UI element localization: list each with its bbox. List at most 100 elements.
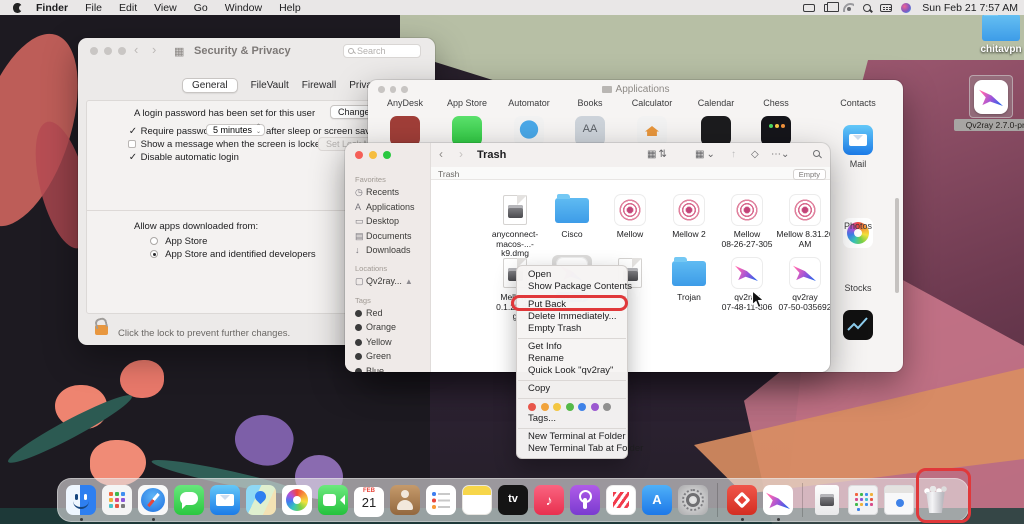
- checkbox-checked[interactable]: ✓: [128, 152, 138, 163]
- app-icon-partial[interactable]: [701, 116, 731, 146]
- eject-icon[interactable]: ▲: [405, 277, 413, 286]
- file-mellow-2[interactable]: Mellow 2: [660, 192, 718, 240]
- app-label-appstore[interactable]: App Store: [435, 98, 499, 108]
- app-icon-partial[interactable]: [452, 116, 482, 146]
- menu-item-quick-look[interactable]: Quick Look "qv2ray": [517, 365, 627, 377]
- sidebar-tag-yellow[interactable]: Yellow: [355, 335, 430, 350]
- dock-app-store[interactable]: [642, 485, 672, 515]
- app-icon-partial[interactable]: [761, 116, 791, 146]
- file-cisco-folder[interactable]: Cisco: [543, 192, 601, 240]
- dock-finder[interactable]: [66, 485, 96, 515]
- file-mellow-08[interactable]: Mellow 08-26-27-305: [718, 192, 776, 249]
- dock-safari[interactable]: [138, 485, 168, 515]
- forward-button[interactable]: ›: [459, 147, 463, 161]
- app-label-contacts[interactable]: Contacts: [826, 98, 890, 108]
- desktop-icon-chitavpn[interactable]: chitavpn: [975, 14, 1024, 55]
- tag-blue-icon[interactable]: [578, 403, 586, 411]
- keyboard-icon[interactable]: [880, 4, 892, 12]
- view-icon-grid[interactable]: ▦ ⇅: [647, 149, 667, 160]
- tag-orange-icon[interactable]: [541, 403, 549, 411]
- file-mellow[interactable]: Mellow: [601, 192, 659, 240]
- menu-bar-clock[interactable]: Sun Feb 21 7:57 AM: [922, 2, 1018, 14]
- dock-anydesk[interactable]: [727, 485, 757, 515]
- dock-notes[interactable]: [462, 485, 492, 515]
- file-qv2ray-0750[interactable]: qv2ray 07-50-035692: [776, 255, 830, 312]
- show-all-icon[interactable]: ▦: [174, 45, 184, 58]
- sidebar-item-recents[interactable]: ◷Recents: [355, 185, 430, 200]
- dock-launchpad[interactable]: [102, 485, 132, 515]
- file-anyconnect-dmg[interactable]: anyconnect- macos-...-k9.dmg: [486, 192, 544, 259]
- dock-facetime[interactable]: [318, 485, 348, 515]
- app-label-anydesk[interactable]: AnyDesk: [373, 98, 437, 108]
- dock-podcasts[interactable]: [570, 485, 600, 515]
- tag-gray-icon[interactable]: [603, 403, 611, 411]
- sidebar-item-downloads[interactable]: ↓Downloads: [355, 243, 430, 258]
- menu-help[interactable]: Help: [279, 2, 301, 14]
- apple-menu-icon[interactable]: [13, 3, 22, 13]
- menu-go[interactable]: Go: [194, 2, 208, 14]
- app-icon-partial[interactable]: [637, 116, 667, 146]
- search-icon[interactable]: [813, 150, 820, 157]
- file-qv2ray-0748[interactable]: qv2ray 07-48-11-806: [718, 255, 776, 312]
- dock-contacts[interactable]: [390, 485, 420, 515]
- minimize-button[interactable]: [104, 47, 112, 55]
- file-mellow-831[interactable]: Mellow 8.31.26 AM: [776, 192, 830, 249]
- scrollbar[interactable]: [895, 198, 899, 293]
- sidebar-tag-orange[interactable]: Orange: [355, 320, 430, 335]
- menu-item-rename[interactable]: Rename: [517, 353, 627, 365]
- app-label-chess[interactable]: Chess: [744, 98, 808, 108]
- back-button[interactable]: ‹: [134, 42, 138, 57]
- close-button[interactable]: [355, 151, 363, 159]
- app-icon-partial[interactable]: [514, 116, 544, 146]
- zoom-button[interactable]: [118, 47, 126, 55]
- dock-news[interactable]: [606, 485, 636, 515]
- dock-tv[interactable]: [498, 485, 528, 515]
- menu-item-show-package-contents[interactable]: Show Package Contents: [517, 281, 627, 293]
- app-label-calendar[interactable]: Calendar: [684, 98, 748, 108]
- dock-music[interactable]: [534, 485, 564, 515]
- tag-yellow-icon[interactable]: [553, 403, 561, 411]
- tag-icon[interactable]: ◇: [751, 149, 759, 160]
- dock-calendar[interactable]: FEB 21: [354, 484, 384, 517]
- dock-minimized-window-2[interactable]: [884, 485, 914, 515]
- tab-firewall[interactable]: Firewall: [302, 80, 336, 91]
- windows-icon[interactable]: [824, 4, 834, 12]
- wifi-icon[interactable]: [843, 3, 854, 12]
- mail-app-icon[interactable]: [843, 125, 873, 155]
- tag-purple-icon[interactable]: [591, 403, 599, 411]
- tab-filevault[interactable]: FileVault: [251, 80, 289, 91]
- menu-item-new-terminal-tab[interactable]: New Terminal Tab at Folder: [517, 443, 627, 455]
- menu-item-tags[interactable]: Tags...: [517, 413, 627, 425]
- checkbox-checked[interactable]: ✓: [128, 126, 138, 137]
- dock-photos[interactable]: [282, 485, 312, 515]
- file-trojan-folder[interactable]: Trojan: [660, 255, 718, 303]
- menu-item-delete-immediately[interactable]: Delete Immediately...: [517, 311, 627, 323]
- empty-trash-button[interactable]: Empty: [793, 169, 826, 180]
- siri-icon[interactable]: [901, 3, 911, 13]
- dock-messages[interactable]: [174, 485, 204, 515]
- menu-finder[interactable]: Finder: [36, 2, 68, 14]
- sidebar-item-documents[interactable]: ▤Documents: [355, 229, 430, 244]
- app-icon-partial[interactable]: [575, 116, 605, 146]
- menu-item-get-info[interactable]: Get Info: [517, 341, 627, 353]
- stocks-app-icon[interactable]: [843, 310, 873, 340]
- zoom-button[interactable]: [383, 151, 391, 159]
- dock-minimized-window-1[interactable]: [848, 485, 878, 515]
- menu-item-copy[interactable]: Copy: [517, 383, 627, 395]
- sidebar-tag-green[interactable]: Green: [355, 349, 430, 364]
- dock-dmg-document[interactable]: [812, 485, 842, 515]
- dock-reminders[interactable]: [426, 485, 456, 515]
- back-button[interactable]: ‹: [439, 147, 443, 161]
- spotlight-search-icon[interactable]: [863, 4, 871, 12]
- menu-edit[interactable]: Edit: [119, 2, 137, 14]
- radio-selected[interactable]: [150, 250, 158, 258]
- minimize-button[interactable]: [369, 151, 377, 159]
- dock-system-preferences[interactable]: [678, 485, 708, 515]
- lock-icon[interactable]: [95, 325, 108, 335]
- sidebar-item-desktop[interactable]: ▭Desktop: [355, 214, 430, 229]
- menu-item-open[interactable]: Open: [517, 269, 627, 281]
- tag-red-icon[interactable]: [528, 403, 536, 411]
- menu-item-new-terminal[interactable]: New Terminal at Folder: [517, 431, 627, 443]
- tab-general[interactable]: General: [182, 78, 238, 93]
- sidebar-tag-blue[interactable]: Blue: [355, 364, 430, 372]
